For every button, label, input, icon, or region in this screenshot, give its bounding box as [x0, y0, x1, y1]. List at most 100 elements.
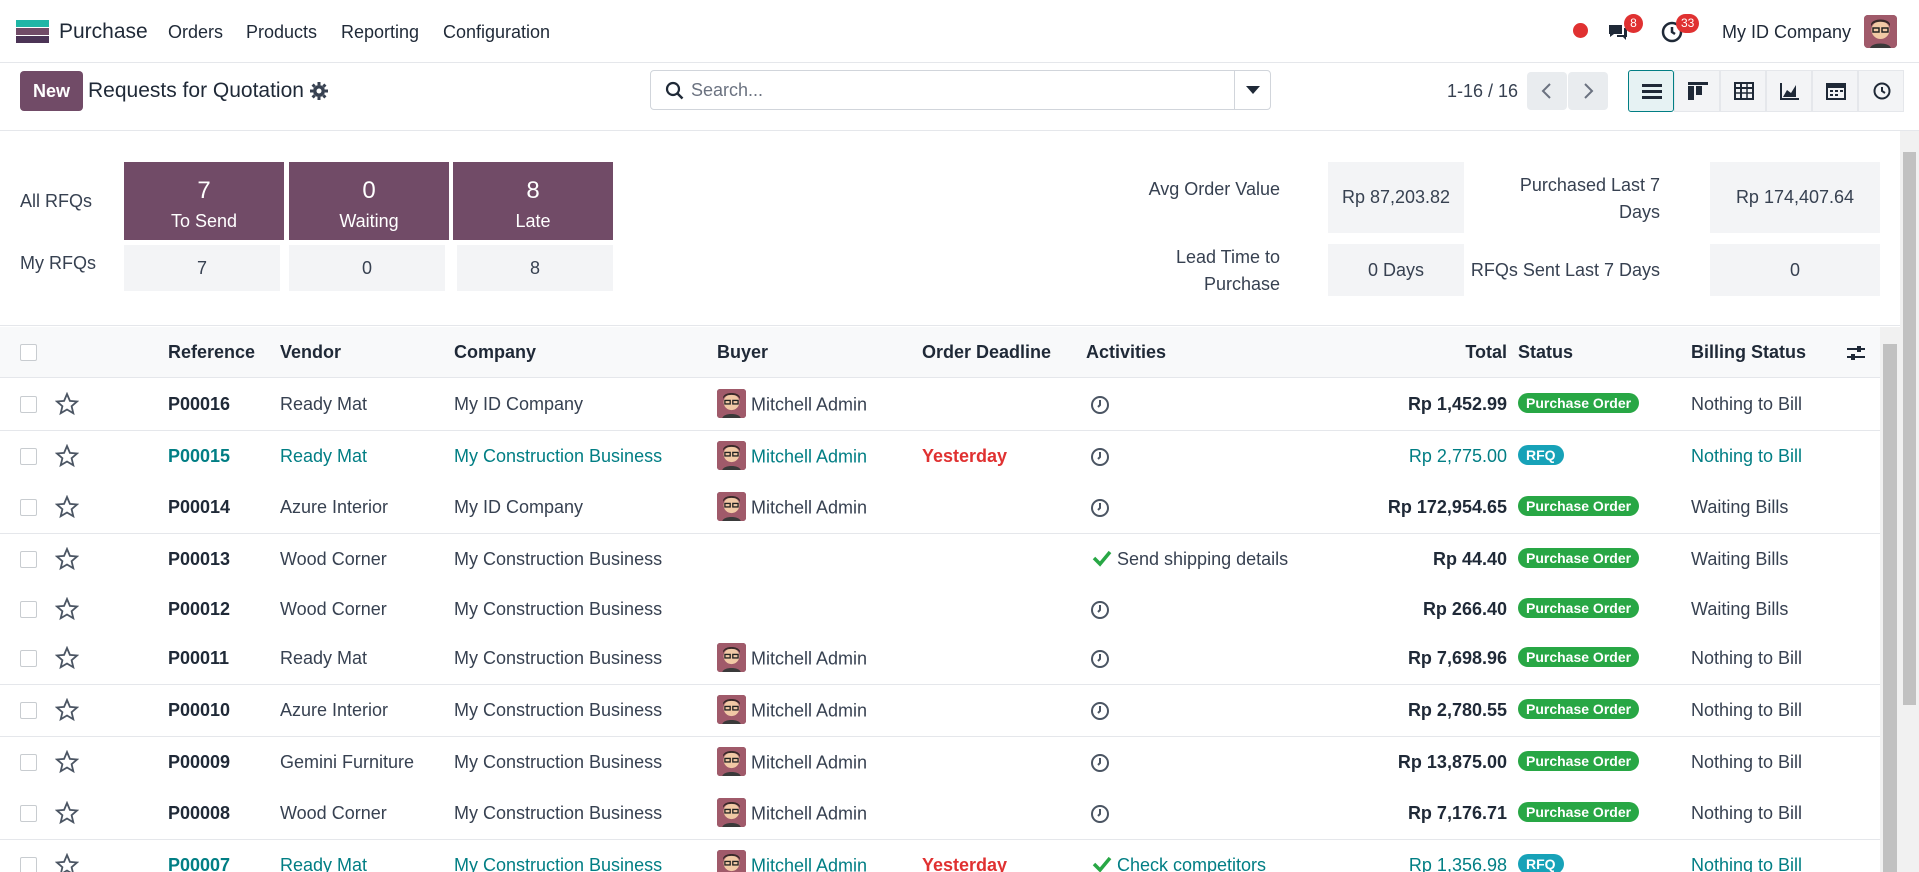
- search-input[interactable]: [691, 72, 1211, 108]
- menu-reporting[interactable]: Reporting: [341, 22, 419, 43]
- row-checkbox[interactable]: [20, 650, 37, 667]
- purchase-app-icon[interactable]: [16, 20, 49, 43]
- row-buyer: Mitchell Admin: [717, 643, 867, 674]
- row-activity[interactable]: [1090, 701, 1110, 726]
- my-late-count[interactable]: 8: [457, 245, 613, 291]
- star-icon[interactable]: [54, 391, 80, 416]
- header-buyer[interactable]: Buyer: [717, 342, 768, 363]
- star-icon[interactable]: [54, 443, 80, 468]
- pivot-view-button[interactable]: [1720, 70, 1766, 112]
- star-icon[interactable]: [54, 852, 80, 872]
- row-activity[interactable]: [1090, 498, 1110, 523]
- table-row[interactable]: P00013 Wood Corner My Construction Busines…: [0, 534, 1880, 586]
- table-row[interactable]: P00008 Wood Corner My Construction Busines…: [0, 788, 1880, 840]
- row-checkbox[interactable]: [20, 857, 37, 872]
- row-activity[interactable]: [1090, 753, 1110, 778]
- my-to-send-count[interactable]: 7: [124, 245, 280, 291]
- header-total[interactable]: Total: [1465, 342, 1507, 363]
- table-scrollbar-thumb[interactable]: [1883, 344, 1897, 872]
- row-checkbox[interactable]: [20, 499, 37, 516]
- row-checkbox[interactable]: [20, 601, 37, 618]
- row-order-deadline: Yesterday: [922, 855, 1008, 872]
- user-avatar[interactable]: [1864, 15, 1897, 48]
- row-activity[interactable]: Check competitors: [1092, 855, 1266, 872]
- avg-order-label: Avg Order Value: [1148, 179, 1280, 199]
- buyer-name: Mitchell Admin: [751, 446, 868, 467]
- pager-next-button[interactable]: [1568, 72, 1608, 110]
- activity-clock-icon[interactable]: [1090, 701, 1110, 721]
- row-activity[interactable]: [1090, 804, 1110, 829]
- table-row[interactable]: P00011 Ready Mat My Construction Business M…: [0, 633, 1880, 685]
- activity-clock-icon[interactable]: [1090, 804, 1110, 824]
- row-reference: P00008: [168, 803, 231, 823]
- row-checkbox[interactable]: [20, 805, 37, 822]
- search-options-toggle[interactable]: [1234, 71, 1270, 109]
- list-view-button[interactable]: [1628, 70, 1674, 112]
- row-checkbox[interactable]: [20, 396, 37, 413]
- table-row[interactable]: P00009 Gemini Furniture My Construction Bu…: [0, 737, 1880, 789]
- activity-view-button[interactable]: [1858, 70, 1904, 112]
- row-activity[interactable]: [1090, 395, 1110, 420]
- row-activity[interactable]: [1090, 649, 1110, 674]
- header-billing-status[interactable]: Billing Status: [1691, 342, 1806, 363]
- header-company[interactable]: Company: [454, 342, 536, 363]
- table-row[interactable]: P00010 Azure Interior My Construction Busi…: [0, 685, 1880, 737]
- recording-indicator-icon[interactable]: [1573, 23, 1588, 38]
- menu-orders[interactable]: Orders: [168, 22, 223, 43]
- row-vendor: Wood Corner: [280, 599, 387, 619]
- menu-products[interactable]: Products: [246, 22, 317, 43]
- table-row[interactable]: P00007 Ready Mat My Construction Business M…: [0, 840, 1880, 872]
- star-icon[interactable]: [54, 749, 80, 774]
- row-checkbox[interactable]: [20, 702, 37, 719]
- header-reference[interactable]: Reference: [168, 342, 255, 363]
- header-status[interactable]: Status: [1518, 342, 1573, 363]
- optional-columns-icon[interactable]: [1846, 343, 1866, 363]
- activity-clock-icon[interactable]: [1090, 447, 1110, 467]
- table-row[interactable]: P00016 Ready Mat My ID Company Mitchell Adm…: [0, 379, 1880, 431]
- table-row[interactable]: P00014 Azure Interior My ID Company Mitchel…: [0, 482, 1880, 534]
- activity-clock-icon[interactable]: [1090, 649, 1110, 669]
- header-order-deadline[interactable]: Order Deadline: [922, 342, 1051, 363]
- row-activity[interactable]: Send shipping details: [1092, 549, 1288, 570]
- activity-clock-icon[interactable]: [1090, 498, 1110, 518]
- tile-late[interactable]: 8 Late: [453, 162, 613, 240]
- tile-waiting[interactable]: 0 Waiting: [289, 162, 449, 240]
- tile-label: Waiting: [339, 211, 399, 231]
- gear-icon[interactable]: [310, 82, 328, 100]
- select-all-checkbox[interactable]: [20, 344, 37, 361]
- graph-view-button[interactable]: [1766, 70, 1812, 112]
- row-company: My ID Company: [454, 394, 584, 414]
- activity-clock-icon[interactable]: [1090, 600, 1110, 620]
- calendar-view-button[interactable]: [1812, 70, 1858, 112]
- header-vendor[interactable]: Vendor: [280, 342, 341, 363]
- pager-value[interactable]: 1-16 / 16: [1447, 81, 1518, 102]
- row-checkbox[interactable]: [20, 754, 37, 771]
- star-icon[interactable]: [54, 546, 80, 571]
- company-switcher[interactable]: My ID Company: [1722, 22, 1851, 43]
- star-icon[interactable]: [54, 645, 80, 670]
- row-billing-status: Nothing to Bill: [1691, 648, 1803, 668]
- table-row[interactable]: P00015 Ready Mat My Construction Business M…: [0, 431, 1880, 483]
- activity-clock-icon[interactable]: [1090, 753, 1110, 773]
- my-waiting-count[interactable]: 0: [289, 245, 445, 291]
- star-icon[interactable]: [54, 800, 80, 825]
- row-checkbox[interactable]: [20, 551, 37, 568]
- header-activities[interactable]: Activities: [1086, 342, 1166, 363]
- star-icon[interactable]: [54, 596, 80, 621]
- table-row[interactable]: P00012 Wood Corner My Construction Busines…: [0, 584, 1880, 636]
- star-icon[interactable]: [54, 494, 80, 519]
- menu-configuration[interactable]: Configuration: [443, 22, 550, 43]
- page-scrollbar-thumb[interactable]: [1903, 152, 1916, 705]
- kanban-view-button[interactable]: [1674, 70, 1720, 112]
- row-vendor: Wood Corner: [280, 803, 387, 823]
- pager-previous-button[interactable]: [1527, 72, 1567, 110]
- row-checkbox[interactable]: [20, 448, 37, 465]
- new-button[interactable]: New: [20, 71, 83, 111]
- row-activity[interactable]: [1090, 600, 1110, 625]
- activity-clock-icon[interactable]: [1090, 395, 1110, 415]
- tile-to-send[interactable]: 7 To Send: [124, 162, 284, 240]
- app-name[interactable]: Purchase: [59, 20, 148, 44]
- row-activity[interactable]: [1090, 447, 1110, 472]
- row-reference: P00011: [168, 648, 230, 668]
- star-icon[interactable]: [54, 697, 80, 722]
